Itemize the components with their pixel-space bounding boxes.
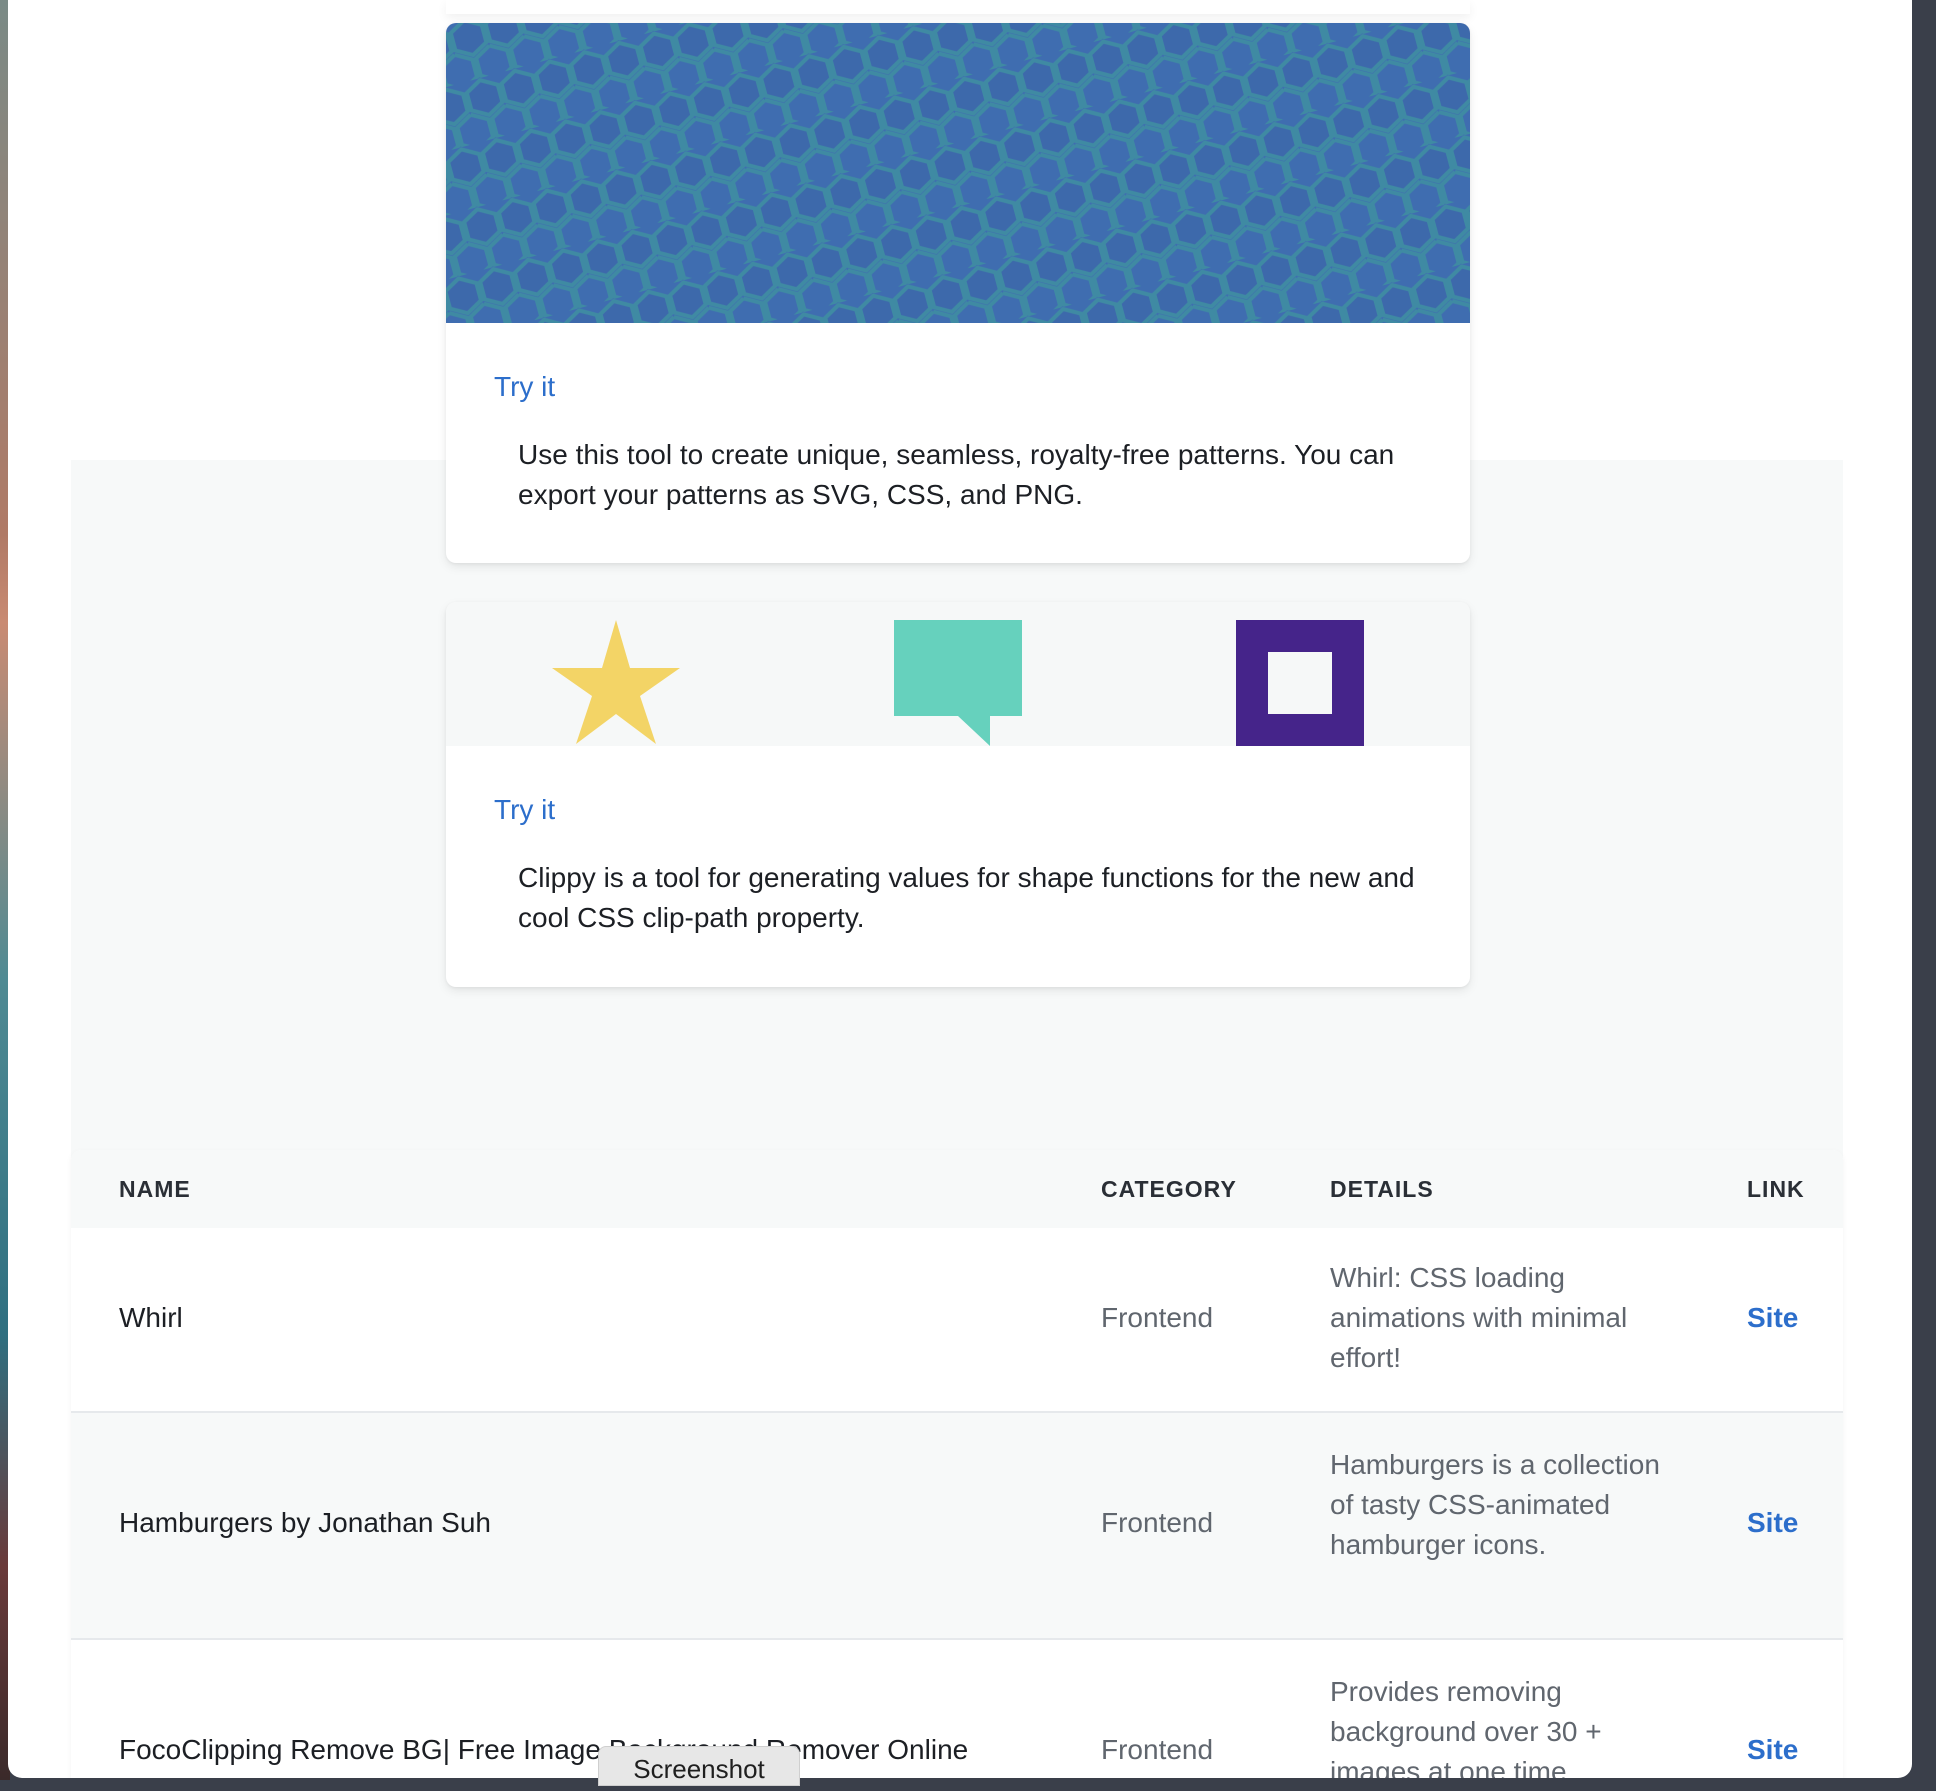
frame-square-shape-icon	[1236, 620, 1364, 746]
row-site-link[interactable]: Site	[1747, 1503, 1798, 1543]
previous-card-edge	[446, 0, 1470, 14]
row-name: FocoClipping Remove BG| Free Image Backg…	[119, 1734, 969, 1765]
row-details: Provides removing background over 30 + i…	[1330, 1676, 1602, 1778]
screenshot-tooltip: Screenshot	[598, 1746, 800, 1786]
tools-table: NAME CATEGORY DETAILS LINK Whirl Fronten…	[71, 1150, 1843, 1778]
pattern-try-it-link[interactable]: Try it	[494, 371, 555, 403]
pattern-tool-description: Use this tool to create unique, seamless…	[518, 439, 1395, 510]
clip-path-shapes-preview	[446, 602, 1470, 746]
star-shape-icon	[552, 620, 680, 744]
row-category: Frontend	[1101, 1302, 1214, 1333]
header-link: LINK	[1747, 1176, 1805, 1202]
header-details: DETAILS	[1330, 1176, 1434, 1202]
row-category: Frontend	[1101, 1734, 1214, 1765]
row-details: Whirl: CSS loading animations with minim…	[1330, 1262, 1628, 1373]
speech-bubble-shape-icon	[894, 620, 1022, 746]
clippy-tool-card: Try it Clippy is a tool for generating v…	[446, 602, 1470, 987]
table-row: Hamburgers by Jonathan Suh Frontend Hamb…	[71, 1413, 1843, 1640]
row-name: Hamburgers by Jonathan Suh	[119, 1507, 491, 1538]
clippy-tool-description: Clippy is a tool for generating values f…	[518, 862, 1415, 933]
table-row: FocoClipping Remove BG| Free Image Backg…	[71, 1640, 1843, 1778]
browser-window: Try it Use this tool to create unique, s…	[8, 0, 1912, 1778]
table-row: Whirl Frontend Whirl: CSS loading animat…	[71, 1228, 1843, 1413]
header-category: CATEGORY	[1101, 1176, 1237, 1202]
row-details: Hamburgers is a collection of tasty CSS-…	[1330, 1449, 1660, 1560]
header-name: NAME	[119, 1176, 191, 1202]
hexagon-pattern-preview	[446, 23, 1470, 323]
row-category: Frontend	[1101, 1507, 1214, 1538]
row-site-link[interactable]: Site	[1747, 1298, 1798, 1338]
clippy-try-it-link[interactable]: Try it	[494, 794, 555, 826]
pattern-tool-card: Try it Use this tool to create unique, s…	[446, 23, 1470, 563]
clip-shapes-illustration	[552, 620, 1364, 746]
row-site-link[interactable]: Site	[1747, 1730, 1798, 1770]
row-name: Whirl	[119, 1302, 183, 1333]
table-header: NAME CATEGORY DETAILS LINK	[71, 1150, 1843, 1228]
